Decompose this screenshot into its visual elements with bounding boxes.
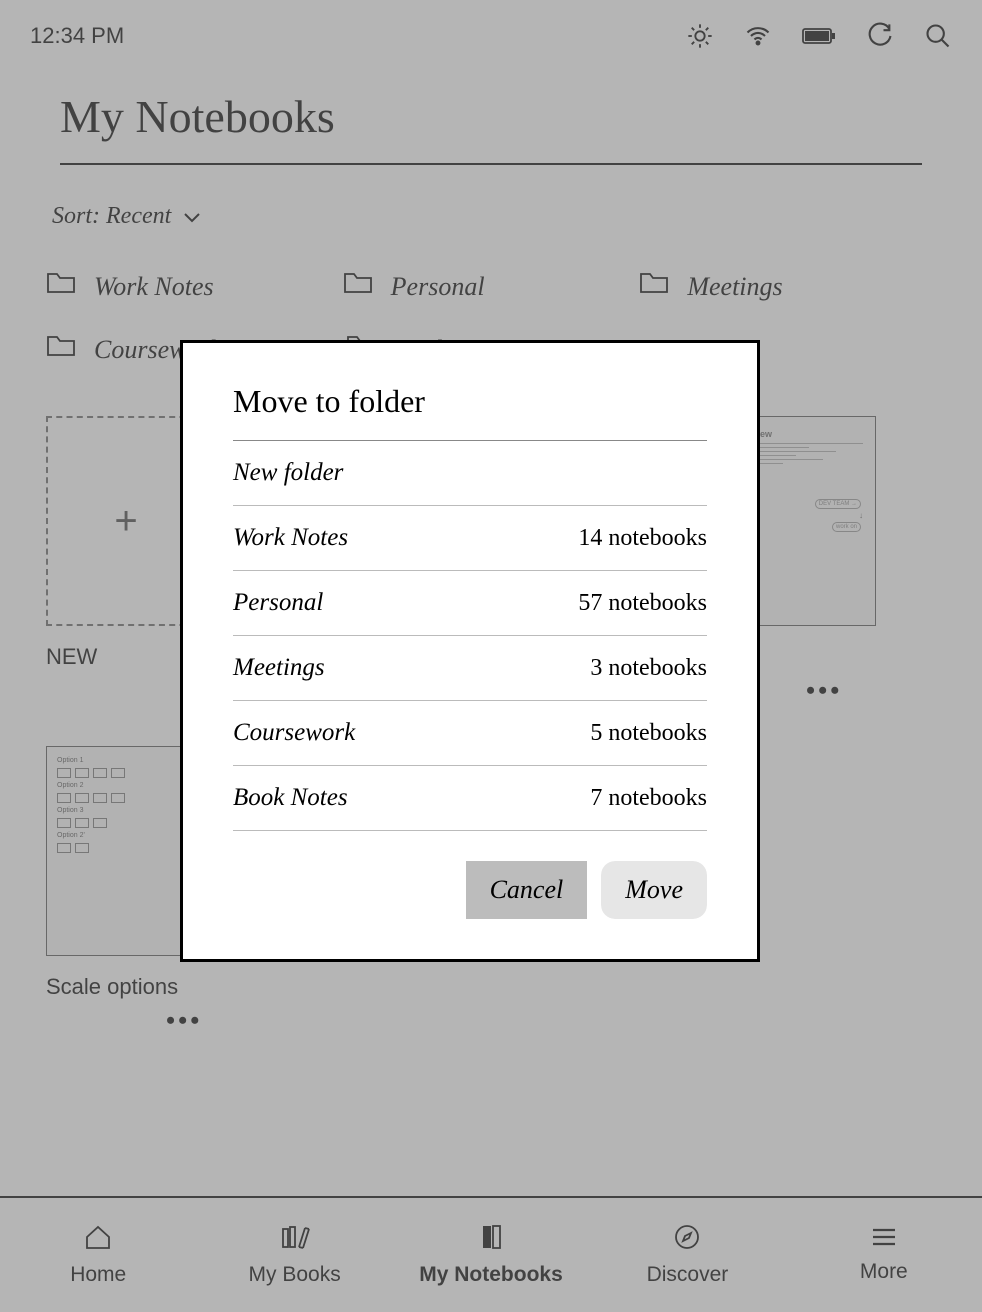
folder-option-count: 14 notebooks bbox=[578, 525, 707, 552]
move-to-folder-modal: Move to folder New folder Work Notes 14 … bbox=[180, 340, 760, 962]
folder-option-name: Coursework bbox=[233, 719, 355, 747]
cancel-button[interactable]: Cancel bbox=[466, 861, 588, 919]
folder-option-meetings[interactable]: Meetings 3 notebooks bbox=[233, 636, 707, 701]
folder-option-count: 57 notebooks bbox=[578, 590, 707, 617]
folder-option-count: 3 notebooks bbox=[590, 655, 707, 682]
new-folder-label: New folder bbox=[233, 459, 343, 487]
nav-label: Home bbox=[70, 1263, 126, 1287]
folder-option-name: Meetings bbox=[233, 654, 325, 682]
folder-option-name: Personal bbox=[233, 589, 323, 617]
nav-label: My Notebooks bbox=[419, 1263, 563, 1287]
new-folder-row[interactable]: New folder bbox=[233, 441, 707, 506]
folder-option-count: 5 notebooks bbox=[590, 720, 707, 747]
folder-option-personal[interactable]: Personal 57 notebooks bbox=[233, 571, 707, 636]
folder-option-coursework[interactable]: Coursework 5 notebooks bbox=[233, 701, 707, 766]
nav-my-books[interactable]: My Books bbox=[196, 1198, 392, 1312]
folder-option-count: 7 notebooks bbox=[590, 785, 707, 812]
notebook-icon bbox=[477, 1223, 505, 1257]
books-icon bbox=[279, 1223, 311, 1257]
nav-my-notebooks[interactable]: My Notebooks bbox=[393, 1198, 589, 1312]
home-icon bbox=[83, 1223, 113, 1257]
nav-label: More bbox=[860, 1260, 908, 1284]
compass-icon bbox=[673, 1223, 701, 1257]
menu-icon bbox=[870, 1226, 898, 1254]
nav-more[interactable]: More bbox=[786, 1198, 982, 1312]
move-button[interactable]: Move bbox=[601, 861, 707, 919]
folder-option-name: Work Notes bbox=[233, 524, 348, 552]
nav-discover[interactable]: Discover bbox=[589, 1198, 785, 1312]
bottom-nav: Home My Books My Notebooks bbox=[0, 1196, 982, 1312]
folder-option-book-notes[interactable]: Book Notes 7 notebooks bbox=[233, 766, 707, 831]
folder-option-work-notes[interactable]: Work Notes 14 notebooks bbox=[233, 506, 707, 571]
folder-option-name: Book Notes bbox=[233, 784, 348, 812]
nav-home[interactable]: Home bbox=[0, 1198, 196, 1312]
modal-title: Move to folder bbox=[233, 383, 707, 441]
nav-label: Discover bbox=[647, 1263, 729, 1287]
nav-label: My Books bbox=[249, 1263, 341, 1287]
modal-actions: Cancel Move bbox=[233, 831, 707, 919]
